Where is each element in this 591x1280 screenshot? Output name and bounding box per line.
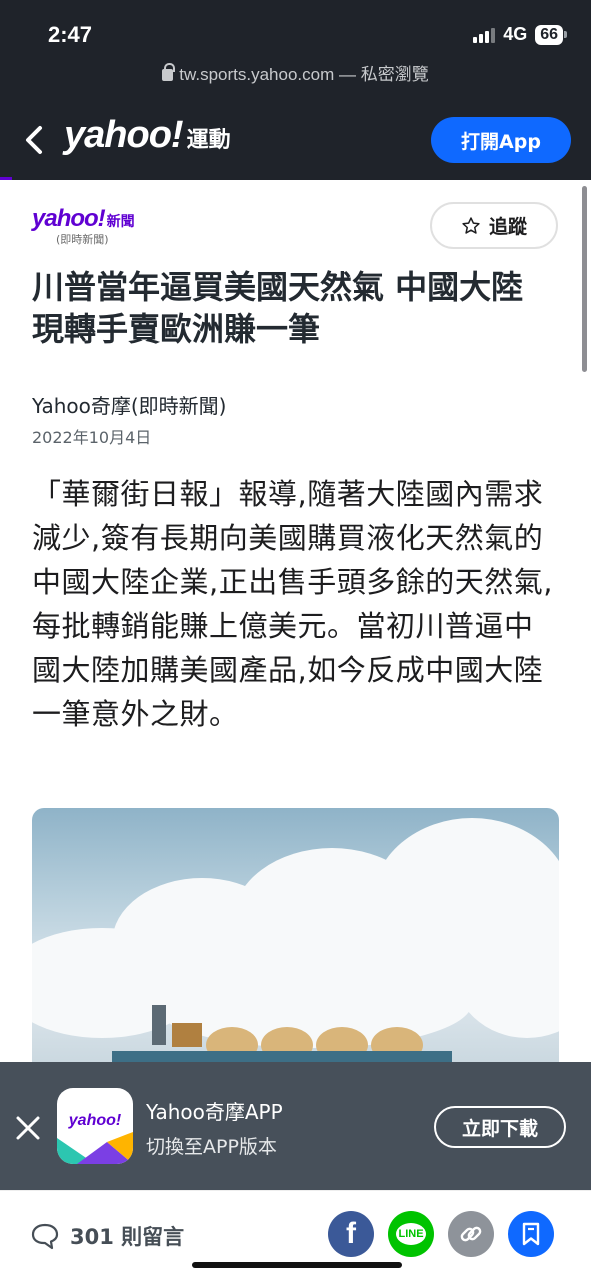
status-indicators: 4G 66 xyxy=(473,24,567,45)
app-icon-graphic xyxy=(57,1132,133,1164)
source-logo-tag: 新聞 xyxy=(106,214,135,230)
star-icon xyxy=(462,216,480,234)
source-logo-sub: (即時新聞) xyxy=(56,233,109,246)
close-icon[interactable] xyxy=(14,1114,42,1142)
battery-level: 66 xyxy=(535,24,563,45)
site-brand[interactable]: yahoo! 運動 xyxy=(64,114,231,157)
line-share-button[interactable]: LINE xyxy=(388,1211,434,1257)
article-photo[interactable] xyxy=(32,808,559,1068)
section-label: 運動 xyxy=(186,128,231,153)
article-date: 2022年10月4日 xyxy=(32,428,152,447)
back-icon[interactable] xyxy=(22,124,48,156)
follow-button[interactable]: 追蹤 xyxy=(430,202,558,249)
app-banner-title: Yahoo奇摩APP xyxy=(146,1100,283,1124)
source-logo[interactable]: yahoo! 新聞 (即時新聞) xyxy=(32,205,162,247)
lng-ship-image xyxy=(112,1005,452,1068)
reading-progress xyxy=(0,177,591,180)
lock-icon xyxy=(162,63,176,81)
open-app-button[interactable]: 打開App xyxy=(431,117,571,163)
scrollbar[interactable] xyxy=(582,186,587,372)
article-headline: 川普當年逼買美國天然氣 中國大陸現轉手賣歐洲賺一筆 xyxy=(32,268,524,348)
bookmark-icon xyxy=(522,1222,540,1246)
line-icon: LINE xyxy=(396,1223,426,1245)
address-bar[interactable]: tw.sports.yahoo.com — 私密瀏覽 xyxy=(0,60,591,85)
signal-icon xyxy=(473,27,496,43)
copy-link-button[interactable] xyxy=(448,1211,494,1257)
yahoo-app-icon[interactable]: yahoo! xyxy=(57,1088,133,1164)
home-indicator[interactable] xyxy=(192,1262,402,1268)
link-icon xyxy=(460,1226,482,1242)
facebook-share-button[interactable]: f xyxy=(328,1211,374,1257)
article-lede: 「華爾街日報」報導,隨著大陸國內需求減少,簽有長期向美國購買液化天然氣的中國大陸… xyxy=(32,477,553,731)
browser-top-bar: 2:47 4G 66 tw.sports.yahoo.com — 私密瀏覽 ya… xyxy=(0,0,591,180)
facebook-icon: f xyxy=(346,1217,356,1250)
bookmark-button[interactable] xyxy=(508,1211,554,1257)
app-banner-subtitle: 切換至APP版本 xyxy=(146,1136,277,1158)
follow-label: 追蹤 xyxy=(488,216,527,238)
app-icon-label: yahoo! xyxy=(68,1112,122,1129)
download-button[interactable]: 立即下載 xyxy=(434,1106,566,1148)
comments-button[interactable]: 301 則留言 xyxy=(30,1221,184,1251)
source-logo-mark: yahoo! xyxy=(32,205,106,232)
yahoo-logo: yahoo! xyxy=(64,114,184,156)
network-label: 4G xyxy=(503,24,528,44)
comment-icon xyxy=(31,1223,59,1250)
status-time: 2:47 xyxy=(48,22,93,47)
battery-icon: 66 xyxy=(535,24,567,45)
url-text: tw.sports.yahoo.com — 私密瀏覽 xyxy=(179,65,429,84)
comments-count: 301 則留言 xyxy=(70,1225,185,1249)
article-author[interactable]: Yahoo奇摩(即時新聞) xyxy=(32,390,226,419)
